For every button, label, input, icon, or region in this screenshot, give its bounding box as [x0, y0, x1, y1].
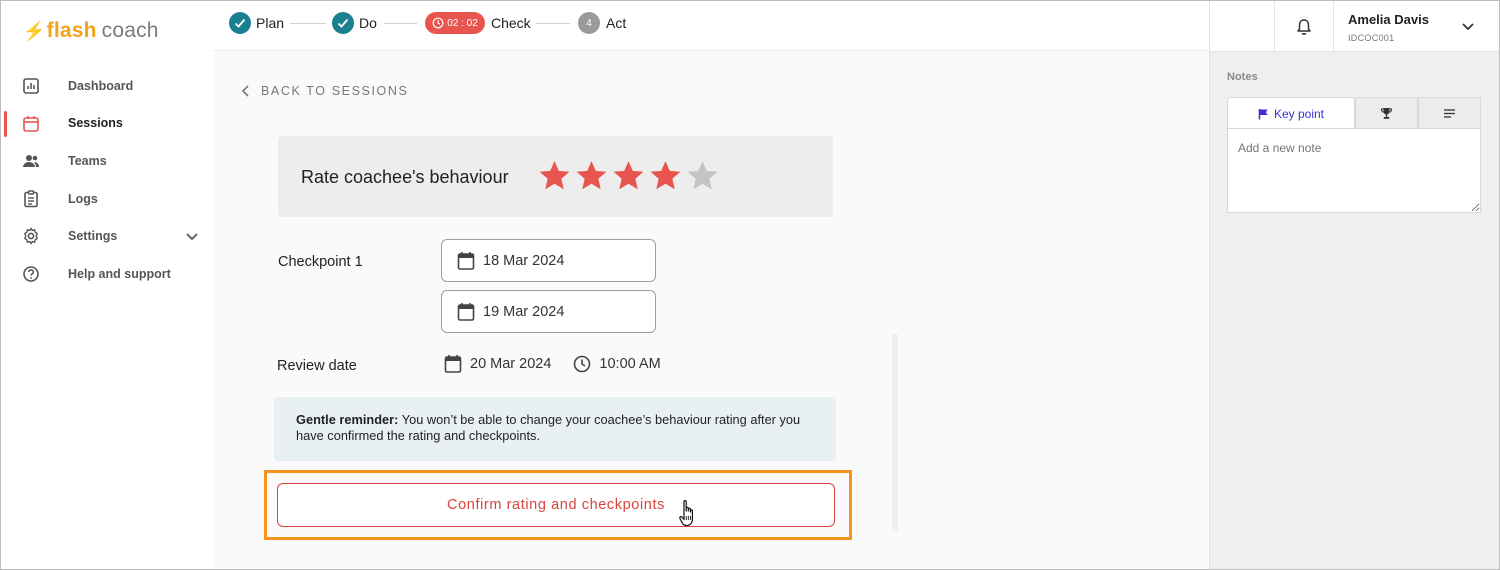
notes-heading: Notes [1227, 71, 1258, 83]
star-icon[interactable] [686, 159, 719, 192]
scrollbar[interactable] [892, 334, 898, 531]
stepper-bar: Plan Do 02 : 02 Check 4 Act [213, 1, 1209, 51]
sidebar: ⚡ flash coach Dashboard Sessions Teams L… [1, 1, 213, 569]
review-time-value: 10:00 AM [599, 356, 661, 372]
sidebar-item-label: Dashboard [68, 78, 134, 93]
step-do[interactable]: Do [332, 12, 377, 34]
step-connector [384, 23, 417, 24]
sidebar-item-label: Logs [68, 191, 98, 206]
user-header: Amelia Davis IDCOC001 [1210, 1, 1499, 52]
sidebar-item-logs[interactable]: Logs [1, 180, 213, 218]
sidebar-item-teams[interactable]: Teams [1, 142, 213, 180]
star-rating[interactable] [538, 159, 719, 192]
trophy-icon [1380, 108, 1393, 119]
sidebar-item-label: Sessions [68, 116, 123, 131]
sidebar-item-settings[interactable]: Settings [1, 217, 213, 255]
step-plan[interactable]: Plan [229, 12, 284, 34]
sidebar-item-sessions[interactable]: Sessions [1, 105, 213, 143]
confirm-button-label: Confirm rating and checkpoints [447, 497, 665, 513]
step-label: Act [606, 15, 627, 31]
bell-icon [1297, 18, 1311, 35]
checkpoint-date-value: 18 Mar 2024 [483, 252, 565, 269]
logo-flash: flash [46, 19, 97, 42]
sidebar-item-label: Settings [68, 229, 118, 244]
step-connector [290, 23, 326, 24]
user-id: IDCOC001 [1348, 33, 1395, 43]
reminder-banner: Gentle reminder: You won’t be able to ch… [274, 397, 836, 461]
step-label: Check [491, 15, 531, 31]
checkpoint-label: Checkpoint 1 [278, 254, 363, 270]
tab-key-point[interactable]: Key point [1227, 97, 1355, 129]
sidebar-item-label: Teams [68, 153, 107, 168]
logo-coach: coach [101, 19, 159, 42]
gear-icon [23, 227, 39, 246]
star-icon[interactable] [538, 159, 571, 192]
calendar-icon [23, 115, 39, 132]
step-act[interactable]: 4 Act [578, 12, 626, 34]
confirm-rating-button[interactable]: Confirm rating and checkpoints [277, 483, 835, 527]
sidebar-item-dashboard[interactable]: Dashboard [1, 67, 213, 105]
review-date-label: Review date [277, 358, 357, 374]
rating-card: Rate coachee's behaviour [278, 136, 833, 217]
chevron-left-icon [241, 85, 249, 97]
check-icon [229, 12, 251, 34]
step-connector [536, 23, 570, 24]
timer-text: 02 : 02 [447, 17, 478, 29]
user-name: Amelia Davis [1348, 12, 1429, 27]
notifications-button[interactable] [1274, 1, 1334, 52]
back-to-sessions-link[interactable]: BACK TO SESSIONS [241, 84, 408, 98]
notes-panel: Amelia Davis IDCOC001 Notes Key point [1209, 1, 1499, 569]
reminder-title: Gentle reminder: [296, 412, 399, 427]
help-icon [23, 266, 39, 282]
checkpoint-date-value: 19 Mar 2024 [483, 303, 565, 320]
logo: ⚡ flash coach [23, 19, 159, 43]
chevron-down-icon[interactable] [1461, 19, 1475, 33]
sidebar-nav: Dashboard Sessions Teams Logs Settings H… [1, 67, 213, 293]
star-icon[interactable] [649, 159, 682, 192]
back-label: BACK TO SESSIONS [261, 84, 409, 98]
review-date-value: 20 Mar 2024 [470, 356, 552, 372]
step-label: Do [359, 15, 377, 31]
notes-tabs: Key point [1227, 97, 1481, 129]
step-label: Plan [256, 15, 285, 31]
sidebar-item-help[interactable]: Help and support [1, 255, 213, 293]
clock-icon [574, 355, 591, 373]
step-number: 4 [578, 12, 600, 34]
star-icon[interactable] [575, 159, 608, 192]
main-content: BACK TO SESSIONS Rate coachee's behaviou… [213, 52, 1209, 569]
hand-cursor-icon [679, 500, 693, 527]
star-icon[interactable] [612, 159, 645, 192]
flag-icon [1258, 108, 1268, 119]
calendar-icon [457, 251, 475, 270]
checkpoint-date-field[interactable]: 18 Mar 2024 [441, 239, 656, 282]
checkpoint-date-field[interactable]: 19 Mar 2024 [441, 290, 656, 333]
dashboard-icon [23, 78, 39, 94]
people-icon [23, 155, 39, 168]
check-icon [332, 12, 354, 34]
tab-notes-list[interactable] [1418, 97, 1481, 129]
clock-icon [432, 17, 444, 29]
sidebar-item-label: Help and support [68, 266, 171, 281]
tab-label: Key point [1273, 106, 1325, 121]
calendar-icon [444, 355, 462, 373]
lines-icon [1444, 109, 1455, 118]
app-window: ⚡ flash coach Dashboard Sessions Teams L… [0, 0, 1500, 570]
clipboard-icon [24, 190, 38, 208]
new-note-input[interactable] [1227, 128, 1481, 213]
bolt-icon: ⚡ [23, 20, 46, 41]
timer-badge: 02 : 02 [425, 12, 485, 34]
step-check[interactable]: 02 : 02 Check [425, 12, 531, 34]
review-date-row: 20 Mar 2024 10:00 AM [444, 354, 661, 374]
rating-title: Rate coachee's behaviour [301, 167, 509, 187]
chevron-down-icon[interactable] [185, 229, 199, 243]
calendar-icon [457, 302, 475, 321]
tab-achievements[interactable] [1355, 97, 1418, 129]
